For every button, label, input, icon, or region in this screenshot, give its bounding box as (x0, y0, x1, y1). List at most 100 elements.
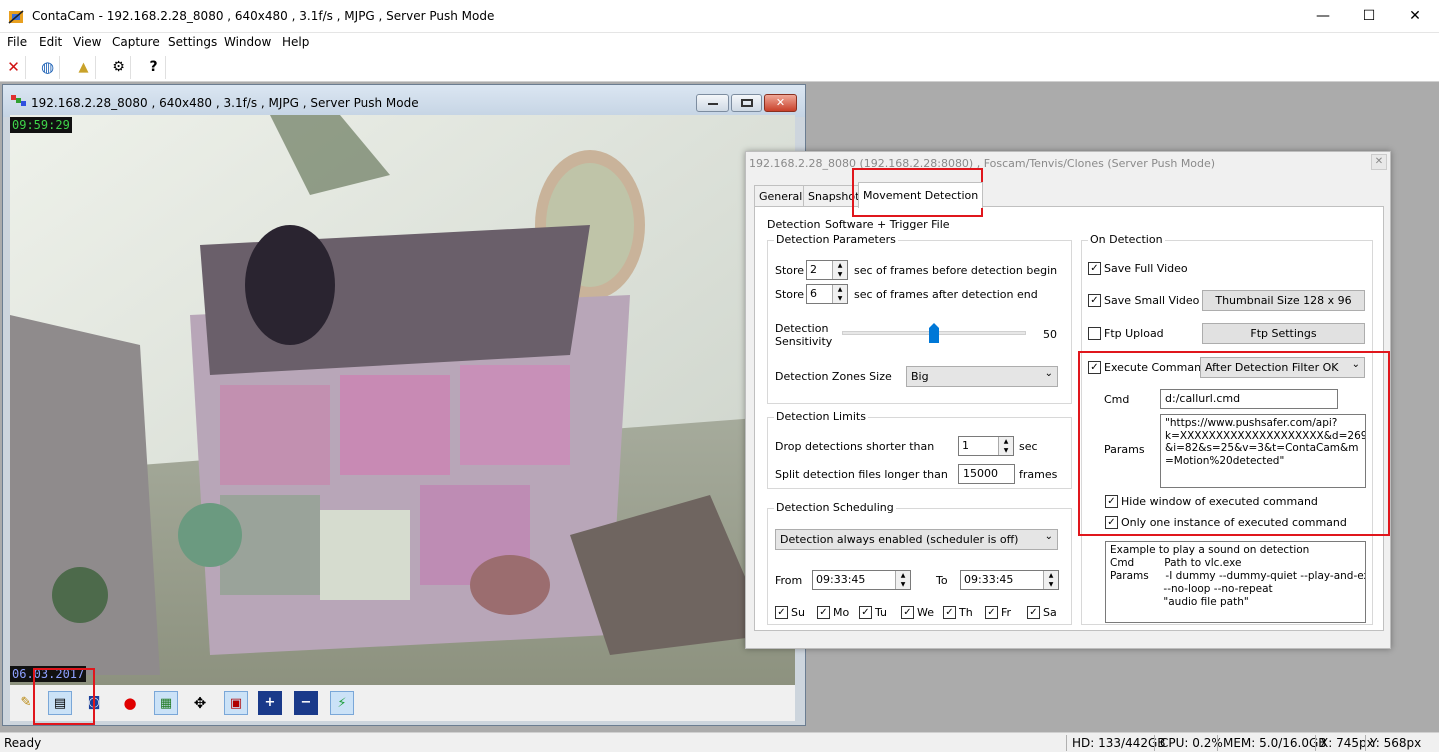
day-sa-checkbox[interactable]: ✓ (1027, 606, 1040, 619)
tab-movement-detection[interactable]: Movement Detection (858, 182, 984, 208)
open-folder-icon[interactable]: ▲ (72, 56, 96, 79)
camera-settings-icon[interactable]: ▤ (48, 691, 72, 715)
cmd-input[interactable]: d:/callurl.cmd (1160, 389, 1338, 409)
detection-mode-value[interactable]: Software + Trigger File (825, 218, 950, 231)
store-before-stepper[interactable]: 2 ▲ ▼ (806, 260, 848, 280)
ftp-upload-checkbox[interactable] (1088, 327, 1101, 340)
thumbnail-size-button[interactable]: Thumbnail Size 128 x 96 (1202, 290, 1365, 311)
day-fr-checkbox[interactable]: ✓ (985, 606, 998, 619)
store-after-text: sec of frames after detection end (854, 288, 1038, 301)
drop-detections-label: Drop detections shorter than (775, 440, 935, 453)
sensitivity-slider-thumb[interactable] (929, 323, 939, 343)
move-zones-icon[interactable]: ✥ (188, 691, 212, 715)
save-full-video-label: Save Full Video (1104, 262, 1188, 275)
edit-settings-icon[interactable]: ✎ (14, 691, 38, 715)
menu-bar: File Edit View Capture Settings Window H… (0, 33, 1439, 53)
day-tu-label: Tu (875, 606, 888, 619)
menu-file[interactable]: File (7, 35, 27, 49)
menu-view[interactable]: View (73, 35, 101, 49)
menu-capture[interactable]: Capture (112, 35, 160, 49)
zoom-out-icon[interactable]: − (294, 691, 318, 715)
menu-window[interactable]: Window (224, 35, 271, 49)
zoom-in-icon[interactable]: + (258, 691, 282, 715)
day-we-checkbox[interactable]: ✓ (901, 606, 914, 619)
device-settings-icon[interactable]: ⚙ (107, 56, 131, 79)
detection-parameters-group: Detection Parameters Store 2 ▲ ▼ sec of fr… (767, 233, 1072, 404)
tab-snapshot[interactable]: Snapshot (803, 185, 865, 207)
drop-detections-stepper[interactable]: 1 ▲ ▼ (958, 436, 1014, 456)
spin-arrows-icon[interactable]: ▲ ▼ (832, 261, 847, 279)
store-after-stepper[interactable]: 6 ▲ ▼ (806, 284, 848, 304)
one-instance-checkbox[interactable]: ✓ (1105, 516, 1118, 529)
dialog-close-button[interactable]: ✕ (1371, 154, 1387, 170)
zones-size-select[interactable]: Big ⌄ (906, 366, 1058, 387)
detection-zones-icon[interactable]: ▣ (224, 691, 248, 715)
ftp-settings-button[interactable]: Ftp Settings (1202, 323, 1365, 344)
detection-limits-title: Detection Limits (774, 410, 868, 423)
minimize-button[interactable]: — (1300, 0, 1346, 32)
status-separator (1217, 735, 1218, 751)
day-tu-checkbox[interactable]: ✓ (859, 606, 872, 619)
timestamp-overlay-icon[interactable]: ▦ (154, 691, 178, 715)
save-small-video-label: Save Small Video (1104, 294, 1200, 307)
snapshot-icon[interactable]: ◙ (82, 691, 106, 715)
params-label: Params (1104, 443, 1145, 456)
store-after-label: Store (775, 288, 805, 301)
day-su-checkbox[interactable]: ✓ (775, 606, 788, 619)
day-sa-label: Sa (1043, 606, 1057, 619)
menu-help[interactable]: Help (282, 35, 309, 49)
split-files-label: Split detection files longer than (775, 468, 948, 481)
chevron-down-icon: ⌄ (1351, 359, 1360, 370)
tab-general[interactable]: General (754, 185, 808, 207)
spin-arrows-icon[interactable]: ▲ ▼ (1043, 571, 1058, 589)
record-icon[interactable]: ● (118, 691, 142, 715)
execute-command-checkbox[interactable]: ✓ (1088, 361, 1101, 374)
from-label: From (775, 574, 803, 587)
split-files-input[interactable]: 15000 (958, 464, 1015, 484)
hide-window-checkbox[interactable]: ✓ (1105, 495, 1118, 508)
params-textarea[interactable]: "https://www.pushsafer.com/api? k=XXXXXX… (1160, 414, 1366, 488)
from-time-value: 09:33:45 (816, 573, 866, 586)
status-hd: HD: 133/442GB (1072, 736, 1166, 750)
day-th-checkbox[interactable]: ✓ (943, 606, 956, 619)
to-label: To (936, 574, 948, 587)
to-time-input[interactable]: 09:33:45 ▲ ▼ (960, 570, 1059, 590)
menu-settings[interactable]: Settings (168, 35, 217, 49)
save-small-video-checkbox[interactable]: ✓ (1088, 294, 1101, 307)
save-full-video-checkbox[interactable]: ✓ (1088, 262, 1101, 275)
store-before-label: Store (775, 264, 805, 277)
day-mo-checkbox[interactable]: ✓ (817, 606, 830, 619)
spin-arrows-icon[interactable]: ▲ ▼ (832, 285, 847, 303)
status-ready: Ready (4, 736, 42, 750)
child-close-button[interactable]: ✕ (764, 94, 797, 112)
motion-detection-icon[interactable]: ⚡ (330, 691, 354, 715)
status-cpu: CPU: 0.2% (1160, 736, 1223, 750)
status-bar: Ready HD: 133/442GB CPU: 0.2% MEM: 5.0/1… (0, 732, 1439, 752)
hide-window-label: Hide window of executed command (1121, 495, 1318, 508)
close-button[interactable]: ✕ (1392, 0, 1438, 32)
app-titlebar: ContaCam - 192.168.2.28_8080 , 640x480 ,… (0, 0, 1439, 33)
delete-icon[interactable]: ✕ (2, 56, 26, 79)
child-minimize-button[interactable] (696, 94, 729, 112)
spin-arrows-icon[interactable]: ▲ ▼ (895, 571, 910, 589)
scheduler-mode-select[interactable]: Detection always enabled (scheduler is o… (775, 529, 1058, 550)
execute-when-select[interactable]: After Detection Filter OK ⌄ (1200, 357, 1365, 378)
chevron-down-icon: ⌄ (1044, 368, 1053, 379)
cmd-label: Cmd (1104, 393, 1130, 406)
detection-limits-group: Detection Limits Drop detections shorter… (767, 410, 1072, 489)
globe-icon[interactable]: ◍ (36, 56, 60, 79)
child-restore-button[interactable] (731, 94, 762, 112)
help-icon[interactable]: ? (142, 56, 166, 79)
status-mem: MEM: 5.0/16.0GB (1223, 736, 1327, 750)
menu-edit[interactable]: Edit (39, 35, 62, 49)
from-time-input[interactable]: 09:33:45 ▲ ▼ (812, 570, 911, 590)
close-icon: ✕ (775, 96, 786, 109)
day-we-label: We (917, 606, 934, 619)
camera-video-feed[interactable]: 09:59:29 06.03.2017 (10, 115, 795, 685)
status-separator (1315, 735, 1316, 751)
scheduler-mode-value: Detection always enabled (scheduler is o… (780, 533, 1019, 546)
day-mo-label: Mo (833, 606, 850, 619)
status-separator (1365, 735, 1366, 751)
maximize-button[interactable]: ☐ (1346, 0, 1392, 32)
spin-arrows-icon[interactable]: ▲ ▼ (998, 437, 1013, 455)
